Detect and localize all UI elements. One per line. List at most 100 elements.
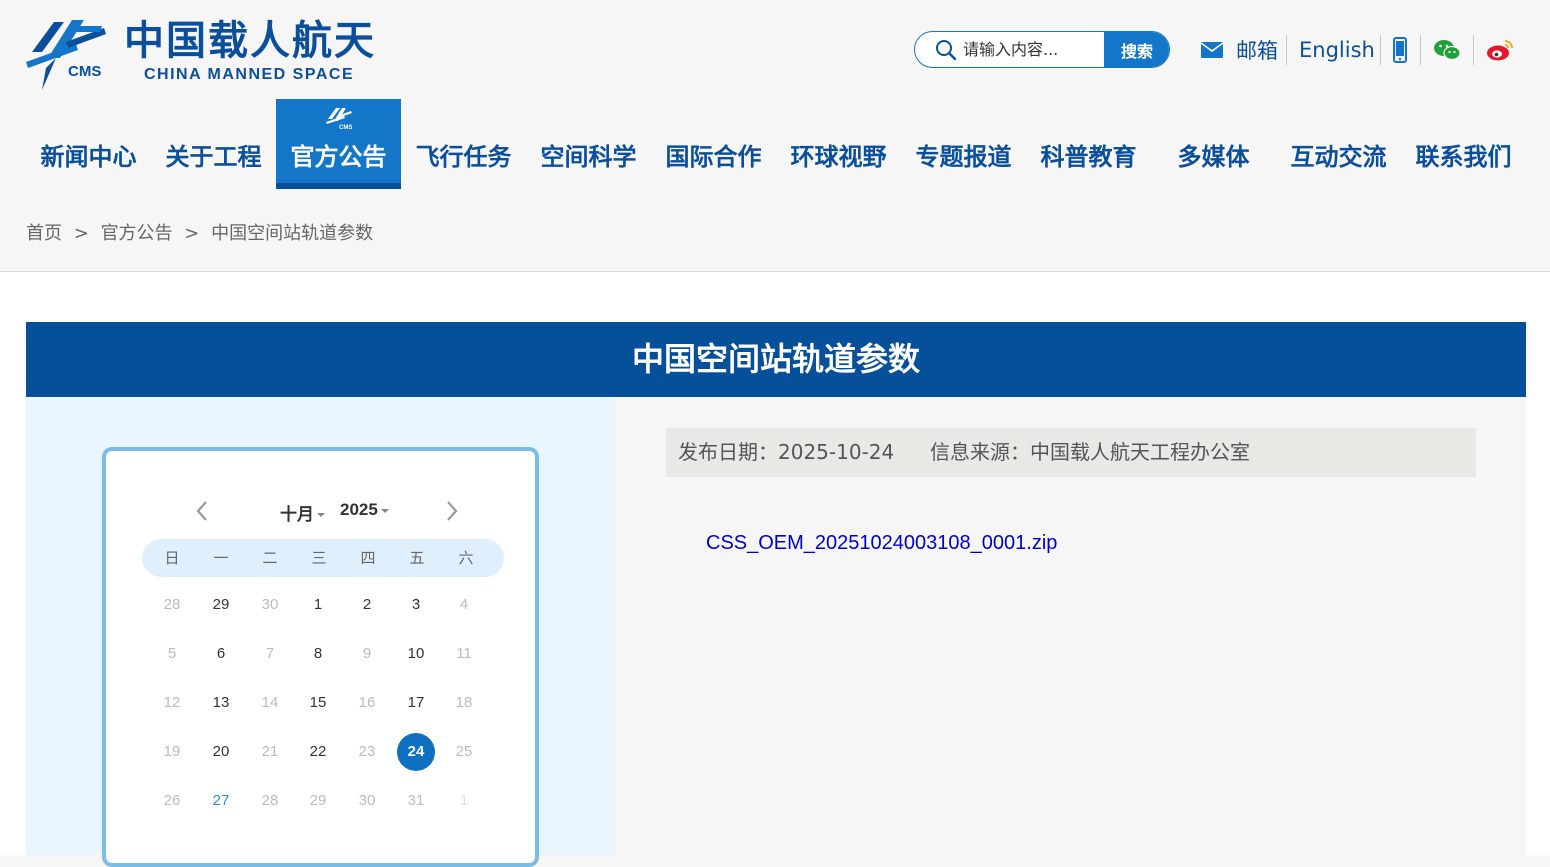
nav-icon-cms-text: CMS: [339, 125, 352, 131]
calendar-day[interactable]: 25: [445, 733, 483, 771]
calendar-day[interactable]: 3: [397, 586, 435, 624]
calendar-day[interactable]: 1: [445, 782, 483, 820]
nav-item-multimedia[interactable]: 多媒体: [1151, 99, 1276, 189]
chevron-right-icon[interactable]: [442, 499, 462, 523]
divider: [1380, 35, 1381, 65]
calendar-day[interactable]: 30: [251, 586, 289, 624]
logo-chinese-name: 中国载人航天: [124, 18, 376, 64]
nav-label: 关于工程: [165, 143, 262, 171]
nav-item-news[interactable]: 新闻中心: [26, 99, 151, 189]
nav-item-education[interactable]: 科普教育: [1026, 99, 1151, 189]
calendar-day[interactable]: 13: [202, 684, 240, 722]
calendar-day-today[interactable]: 27: [202, 782, 240, 820]
nav-label: 新闻中心: [40, 143, 137, 171]
calendar-day[interactable]: 14: [251, 684, 289, 722]
nav-label: 专题报道: [915, 143, 1012, 171]
calendar-day[interactable]: 18: [445, 684, 483, 722]
month-label: 十月: [280, 505, 314, 525]
mail-label: 邮箱: [1236, 39, 1278, 63]
nav-label: 空间科学: [540, 143, 637, 171]
calendar-day[interactable]: 10: [397, 635, 435, 673]
nav-label: 科普教育: [1040, 143, 1137, 171]
nav-label: 飞行任务: [415, 143, 512, 171]
cms-logo-icon: CMS: [326, 108, 352, 131]
search-icon: [936, 40, 957, 61]
calendar-day[interactable]: 20: [202, 733, 240, 771]
calendar-day[interactable]: 19: [153, 733, 191, 771]
calendar-day-selected[interactable]: 24: [397, 733, 435, 771]
calendar-day[interactable]: 16: [348, 684, 386, 722]
calendar-day[interactable]: 9: [348, 635, 386, 673]
search-box: 搜索: [914, 31, 1170, 68]
weekday-header: 日 一 二 三 四 五 六: [142, 539, 504, 577]
calendar-day[interactable]: 15: [299, 684, 337, 722]
calendar-day[interactable]: 26: [153, 782, 191, 820]
year-select[interactable]: 2025: [340, 500, 389, 520]
calendar-day[interactable]: 4: [445, 586, 483, 624]
calendar-day[interactable]: 30: [348, 782, 386, 820]
mobile-link[interactable]: [1393, 33, 1407, 67]
search-input[interactable]: [963, 32, 1103, 66]
caret-down-icon: [380, 508, 389, 513]
breadcrumb-section[interactable]: 官方公告: [101, 223, 173, 244]
caret-down-icon: [317, 513, 325, 517]
logo-cms-text: CMS: [68, 63, 101, 80]
month-select[interactable]: 十月: [280, 500, 325, 525]
year-label: 2025: [340, 500, 378, 519]
calendar-day[interactable]: 11: [445, 635, 483, 673]
wechat-icon: [1434, 40, 1461, 61]
nav-item-global-view[interactable]: 环球视野: [776, 99, 901, 189]
calendar-day[interactable]: 21: [251, 733, 289, 771]
english-link[interactable]: English: [1299, 33, 1375, 67]
calendar-day[interactable]: 5: [153, 635, 191, 673]
main-nav: 新闻中心 关于工程 CMS 官方公告 飞行任务 空间科学 国际合作 环球视野 专…: [0, 99, 1550, 189]
weekday-label: 日: [164, 549, 180, 567]
calendar-day[interactable]: 28: [153, 586, 191, 624]
chevron-left-icon[interactable]: [192, 499, 212, 523]
nav-item-international[interactable]: 国际合作: [651, 99, 776, 189]
weibo-link[interactable]: [1486, 33, 1514, 67]
calendar-day[interactable]: 7: [251, 635, 289, 673]
wechat-link[interactable]: [1433, 33, 1461, 67]
site-header: CMS 中国载人航天 CHINA MANNED SPACE 搜索 邮箱 Engl…: [0, 0, 1550, 272]
divider: [1473, 35, 1474, 65]
article-title-bar: 中国空间站轨道参数: [26, 322, 1526, 397]
calendar-day[interactable]: 29: [202, 586, 240, 624]
divider: [1286, 35, 1287, 65]
calendar-day[interactable]: 12: [153, 684, 191, 722]
nav-item-missions[interactable]: 飞行任务: [401, 99, 526, 189]
calendar-day[interactable]: 31: [397, 782, 435, 820]
breadcrumb-current: 中国空间站轨道参数: [211, 223, 374, 244]
calendar-day[interactable]: 17: [397, 684, 435, 722]
nav-label: 联系我们: [1415, 143, 1512, 171]
nav-item-about[interactable]: 关于工程: [151, 99, 276, 189]
nav-item-interaction[interactable]: 互动交流: [1276, 99, 1401, 189]
nav-label: 互动交流: [1290, 143, 1387, 171]
calendar-day[interactable]: 1: [299, 586, 337, 624]
calendar-day[interactable]: 2: [348, 586, 386, 624]
mail-icon: [1200, 42, 1224, 58]
publish-date: 发布日期：2025-10-24: [678, 440, 895, 464]
calendar-day[interactable]: 8: [299, 635, 337, 673]
nav-item-announcements[interactable]: CMS 官方公告: [276, 99, 401, 189]
divider: [1420, 35, 1421, 65]
attachment-link[interactable]: CSS_OEM_20251024003108_0001.zip: [706, 532, 1057, 555]
calendar-day[interactable]: 29: [299, 782, 337, 820]
calendar-day[interactable]: 28: [251, 782, 289, 820]
search-button[interactable]: 搜索: [1104, 32, 1169, 67]
article-title: 中国空间站轨道参数: [631, 340, 920, 378]
info-source: 信息来源：中国载人航天工程办公室: [930, 440, 1250, 464]
calendar-day[interactable]: 6: [202, 635, 240, 673]
nav-item-special-reports[interactable]: 专题报道: [901, 99, 1026, 189]
weibo-icon: [1487, 40, 1513, 61]
calendar-day[interactable]: 22: [299, 733, 337, 771]
weekday-label: 一: [213, 549, 229, 567]
english-label: English: [1299, 38, 1375, 62]
breadcrumb-home[interactable]: 首页: [26, 223, 62, 244]
calendar-day[interactable]: 23: [348, 733, 386, 771]
nav-item-space-science[interactable]: 空间科学: [526, 99, 651, 189]
nav-item-contact[interactable]: 联系我们: [1401, 99, 1526, 189]
article-meta: 发布日期：2025-10-24 信息来源：中国载人航天工程办公室: [666, 428, 1476, 477]
mail-link[interactable]: 邮箱: [1200, 33, 1278, 67]
site-logo[interactable]: CMS 中国载人航天 CHINA MANNED SPACE: [26, 18, 374, 92]
